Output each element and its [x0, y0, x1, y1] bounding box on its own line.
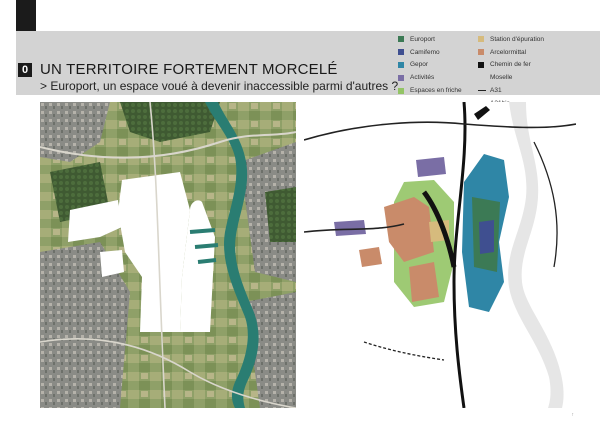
legend-item-arcelormittal: Arcelormittal — [478, 46, 544, 59]
section-number-badge: 0 — [18, 63, 32, 77]
legend-label: Espaces en friche — [410, 87, 462, 95]
legend-label: Activités — [410, 74, 435, 82]
legend-item-europort: Europort — [398, 33, 462, 46]
legend-item-station-epuration: Station d'épuration — [478, 33, 544, 46]
legend-column-1: Europort Camifemo Gepor Activités Espace… — [398, 33, 462, 97]
legend-item-camifemo: Camifemo — [398, 46, 462, 59]
page-title: UN TERRITOIRE FORTEMENT MORCELÉ — [40, 61, 338, 78]
aerial-photo-map — [39, 101, 297, 409]
legend-column-2: Station d'épuration Arcelormittal Chemin… — [478, 33, 544, 110]
legend-swatch — [398, 36, 404, 43]
legend-swatch — [478, 49, 484, 56]
page-subtitle: > Europort, un espace voué à devenir ina… — [40, 79, 399, 93]
legend-label: Camifemo — [410, 48, 440, 56]
legend-swatch — [478, 36, 484, 43]
arcelormittal-zone-west — [359, 247, 382, 267]
legend-swatch — [398, 61, 404, 68]
legend-item-chemin-de-fer: Chemin de fer — [478, 59, 544, 72]
legend-item-gepor: Gepor — [398, 59, 462, 72]
legend-label: Europort — [410, 35, 435, 43]
legend-label: Chemin de fer — [490, 61, 531, 69]
legend-swatch — [398, 74, 404, 81]
legend-item-espaces-en-friche: Espaces en friche — [398, 84, 462, 97]
aerial-photo-svg — [39, 101, 297, 409]
camifemo-zone — [479, 220, 494, 254]
legend-item-activites: Activités — [398, 71, 462, 84]
zoning-plan-map — [303, 101, 577, 409]
legend-swatch — [478, 75, 484, 81]
forest-east — [265, 187, 296, 242]
legend-label: A31 — [490, 87, 502, 95]
zoning-plan-svg — [303, 101, 577, 409]
legend-swatch — [398, 49, 404, 56]
legend-swatch — [478, 61, 484, 68]
arcelormittal-zone-south — [409, 262, 439, 302]
legend-swatch — [398, 87, 404, 94]
legend-item-moselle: Moselle — [478, 71, 544, 84]
north-arrow-scale: ↑ — [571, 412, 575, 418]
legend-label: Moselle — [490, 74, 513, 82]
activites-zone-north — [416, 157, 446, 177]
legend-label: Arcelormittal — [490, 48, 527, 56]
legend-line-solid — [478, 90, 486, 92]
legend-label: Station d'épuration — [490, 35, 545, 43]
legend-label: Gepor — [410, 61, 429, 69]
legend-item-a31: A31 — [478, 84, 544, 97]
activites-zone-west — [334, 220, 366, 236]
